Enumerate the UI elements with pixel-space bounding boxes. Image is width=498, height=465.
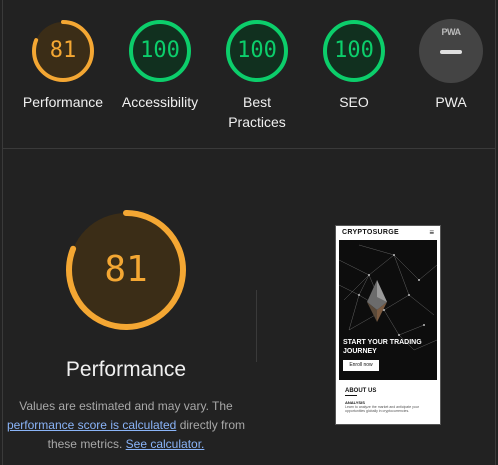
gauge-score: 100 [334,38,374,63]
performance-big-gauge: 81 [66,210,186,330]
screenshot-about-text: Learn to analyze the market and anticipa… [345,405,419,413]
gauge-label: Accessibility [121,94,199,110]
gauge-accessibility[interactable]: 100 Accessibility [110,19,210,112]
performance-title: Performance [65,358,187,381]
performance-description: Values are estimated and may vary. The p… [0,397,252,454]
gauge-ring: 100 [322,19,386,83]
screenshot-nav: CRYPTOSURGE ≡ [336,226,440,240]
screenshot-about-heading: ABOUT US [345,388,377,394]
gauge-best-practices[interactable]: 100 Best Practices [207,19,307,132]
hamburger-icon: ≡ [429,228,434,237]
pwa-badge-text: PWA [441,27,461,37]
gauge-pwa[interactable]: PWA PWA [401,19,498,112]
gauge-label: Best Practices [228,94,286,130]
screenshot-about-rule [345,395,357,396]
final-screenshot[interactable]: CRYPTOSURGE ≡ START YOUR TRADING JOURNEY… [335,225,441,425]
pwa-badge-icon: PWA [419,19,483,83]
gauge-label: Performance [22,94,104,110]
gauge-ring: 100 [225,19,289,83]
screenshot-hero-title: START YOUR TRADING JOURNEY [343,339,422,355]
gauge-ring: 81 [31,19,95,83]
gauge-seo[interactable]: 100 SEO [304,19,404,112]
gauge-performance[interactable]: 81 Performance [13,19,113,112]
vertical-divider [256,290,257,362]
gauge-score: 100 [140,38,180,63]
screenshot-brand: CRYPTOSURGE [342,229,399,236]
gauge-score: 100 [237,38,277,63]
pwa-dash-icon [440,50,462,54]
gauge-label: SEO [339,94,369,110]
screenshot-hero-button: Enroll now [343,360,379,371]
see-calculator-link[interactable]: See calculator. [126,437,205,451]
big-gauge-score: 81 [104,249,148,290]
screenshot-hero: START YOUR TRADING JOURNEY Enroll now [339,240,437,380]
gauge-label: PWA [435,94,467,110]
screenshot-about: ABOUT US ANALYSIS Learn to analyze the m… [339,380,437,424]
network-graphic-icon [339,244,437,351]
gauge-ring: 100 [128,19,192,83]
score-summary: 81 Performance 100 Accessibility 100 Bes… [0,0,498,148]
performance-score-link[interactable]: performance score is calculated [7,418,176,432]
section-divider [3,148,495,149]
description-text: Values are estimated and may vary. The [19,399,233,413]
gauge-score: 81 [49,38,77,63]
